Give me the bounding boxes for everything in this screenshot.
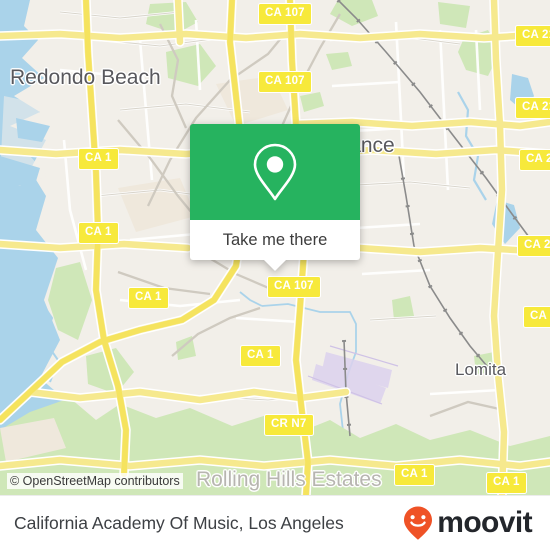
popup-pointer	[264, 260, 286, 271]
road-shield-ca-213-lower[interactable]: CA 213	[517, 235, 550, 257]
road-shield-ca-107-top[interactable]: CA 107	[258, 3, 312, 25]
map-canvas[interactable]: Redondo Beach Torrance Lomita Rolling Hi…	[0, 0, 550, 495]
road-shield-cr-n7[interactable]: CR N7	[264, 414, 314, 436]
popup-header	[190, 124, 360, 220]
popup-action-bar[interactable]: Take me there	[190, 220, 360, 271]
destination-popup[interactable]: Take me there	[190, 124, 360, 271]
road-shield-ca-1-left-upper[interactable]: CA 1	[78, 148, 119, 170]
moovit-wordmark: moovit	[437, 506, 532, 539]
road-shield-ca-213-upper[interactable]: CA 213	[515, 97, 550, 119]
road-shield-ca-213-top[interactable]: CA 213	[515, 25, 550, 47]
poi-title: California Academy Of Music, Los Angeles	[14, 512, 344, 533]
road-shield-ca-1-left-lower[interactable]: CA 1	[78, 222, 119, 244]
map-screen: Redondo Beach Torrance Lomita Rolling Hi…	[0, 0, 550, 550]
road-shield-ca-1-mid-left[interactable]: CA 1	[128, 287, 169, 309]
osm-attribution[interactable]: © OpenStreetMap contributors	[7, 473, 183, 489]
road-shield-ca-213-bottom[interactable]: CA 213	[523, 306, 550, 328]
road-shield-ca-1-bottom-left[interactable]: CA 1	[394, 464, 435, 486]
road-shield-ca-213-mid[interactable]: CA 213	[519, 149, 550, 171]
road-shield-ca-1-bottom-right[interactable]: CA 1	[486, 472, 527, 494]
map-pin-icon	[253, 143, 297, 201]
road-shield-ca-107-center[interactable]: CA 107	[267, 276, 321, 298]
take-me-there-label: Take me there	[222, 230, 328, 249]
road-shield-ca-107-upper[interactable]: CA 107	[258, 71, 312, 93]
bottom-info-bar: California Academy Of Music, Los Angeles…	[0, 495, 550, 550]
road-shield-ca-1-center[interactable]: CA 1	[240, 345, 281, 367]
moovit-smiley-pin-icon	[404, 506, 433, 540]
moovit-brand[interactable]: moovit	[401, 505, 533, 541]
